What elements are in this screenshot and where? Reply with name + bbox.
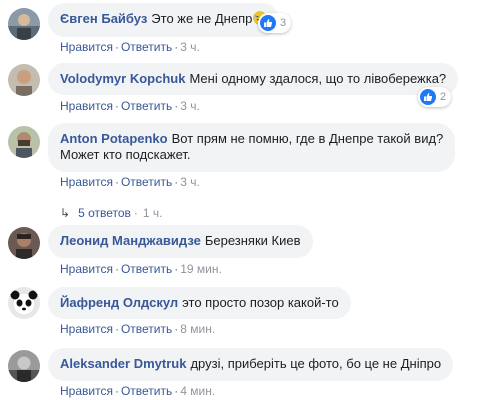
avatar[interactable] (8, 227, 40, 259)
comment-bubble: Anton Potapenko Вот прям не помню, где в … (48, 123, 456, 172)
comment-text: друзі, приберіть це фото, бо це не Дніпр… (190, 356, 442, 371)
reply-link[interactable]: Ответить (121, 322, 172, 336)
comment-text: это просто позор какой-то (182, 295, 339, 310)
like-link[interactable]: Нравится (60, 40, 113, 54)
comment-bubble: Євген Байбуз Это же не Днепр (48, 3, 280, 37)
comment-actions: Нравится · Ответить · 3 ч. (60, 40, 200, 54)
comment-text: Это же не Днепр (151, 11, 253, 26)
like-link[interactable]: Нравится (60, 322, 113, 336)
comment-bubble: Aleksander Dmytruk друзі, приберіть це фо… (48, 348, 454, 381)
reaction-count: 3 (280, 17, 287, 29)
reaction-count: 2 (440, 91, 447, 103)
reply-link[interactable]: Ответить (121, 40, 172, 54)
comment-author[interactable]: Йафренд Олдскул (60, 295, 178, 310)
reply-link[interactable]: Ответить (121, 384, 172, 398)
reply-link[interactable]: Ответить (121, 99, 172, 113)
comment-text-line1: Вот прям не помню, где в Днепре такой ви… (171, 131, 444, 146)
view-replies-link[interactable]: ↳ 5 ответов · 1 ч. (60, 205, 163, 221)
reply-arrow-icon: ↳ (60, 206, 71, 220)
avatar[interactable] (8, 126, 40, 158)
like-link[interactable]: Нравится (60, 99, 113, 113)
comment-bubble: Леонид Манджавидзе Березняки Киев (48, 225, 313, 258)
comment-author[interactable]: Леонид Манджавидзе (60, 233, 201, 248)
comment-bubble: Volodymyr Kopchuk Мені одному здалося, що… (48, 63, 459, 95)
comment-time[interactable]: 19 мин. (180, 262, 222, 276)
avatar[interactable] (8, 8, 40, 40)
like-icon (420, 89, 436, 105)
like-link[interactable]: Нравится (60, 384, 113, 398)
like-icon (260, 15, 276, 31)
reply-link[interactable]: Ответить (121, 175, 172, 189)
comment-bubble: Йафренд Олдскул это просто позор какой-то (48, 287, 351, 319)
like-link[interactable]: Нравится (60, 175, 113, 189)
comment-author[interactable]: Євген Байбуз (60, 11, 147, 26)
comment-time[interactable]: 4 мин. (180, 384, 215, 398)
avatar[interactable] (8, 64, 40, 96)
comment-actions: Нравится · Ответить · 3 ч. (60, 175, 200, 189)
comment-author[interactable]: Volodymyr Kopchuk (60, 71, 185, 86)
comment-text: Березняки Киев (204, 233, 301, 248)
comment-actions: Нравится · Ответить · 3 ч. (60, 99, 200, 113)
comment-time[interactable]: 8 мин. (180, 322, 215, 336)
avatar[interactable] (8, 287, 40, 319)
reaction-count-badge[interactable]: 2 (418, 87, 452, 107)
comment-time[interactable]: 3 ч. (180, 99, 200, 113)
comment-author[interactable]: Anton Potapenko (60, 131, 168, 146)
comment-actions: Нравится · Ответить · 19 мин. (60, 262, 222, 276)
replies-count[interactable]: 5 ответов (78, 206, 131, 220)
comment-author[interactable]: Aleksander Dmytruk (60, 356, 186, 371)
comment-time[interactable]: 3 ч. (180, 175, 200, 189)
comment-text-line2: Может кто подскажет. (60, 147, 191, 162)
reaction-count-badge[interactable]: 3 (258, 13, 292, 33)
like-link[interactable]: Нравится (60, 262, 113, 276)
comment-actions: Нравится · Ответить · 8 мин. (60, 322, 216, 336)
comment-actions: Нравится · Ответить · 4 мин. (60, 384, 216, 398)
replies-time: 1 ч. (142, 206, 163, 220)
avatar[interactable] (8, 350, 40, 382)
comment-time[interactable]: 3 ч. (180, 40, 200, 54)
comment-text: Мені одному здалося, що то лівобережка? (189, 71, 447, 86)
reply-link[interactable]: Ответить (121, 262, 172, 276)
